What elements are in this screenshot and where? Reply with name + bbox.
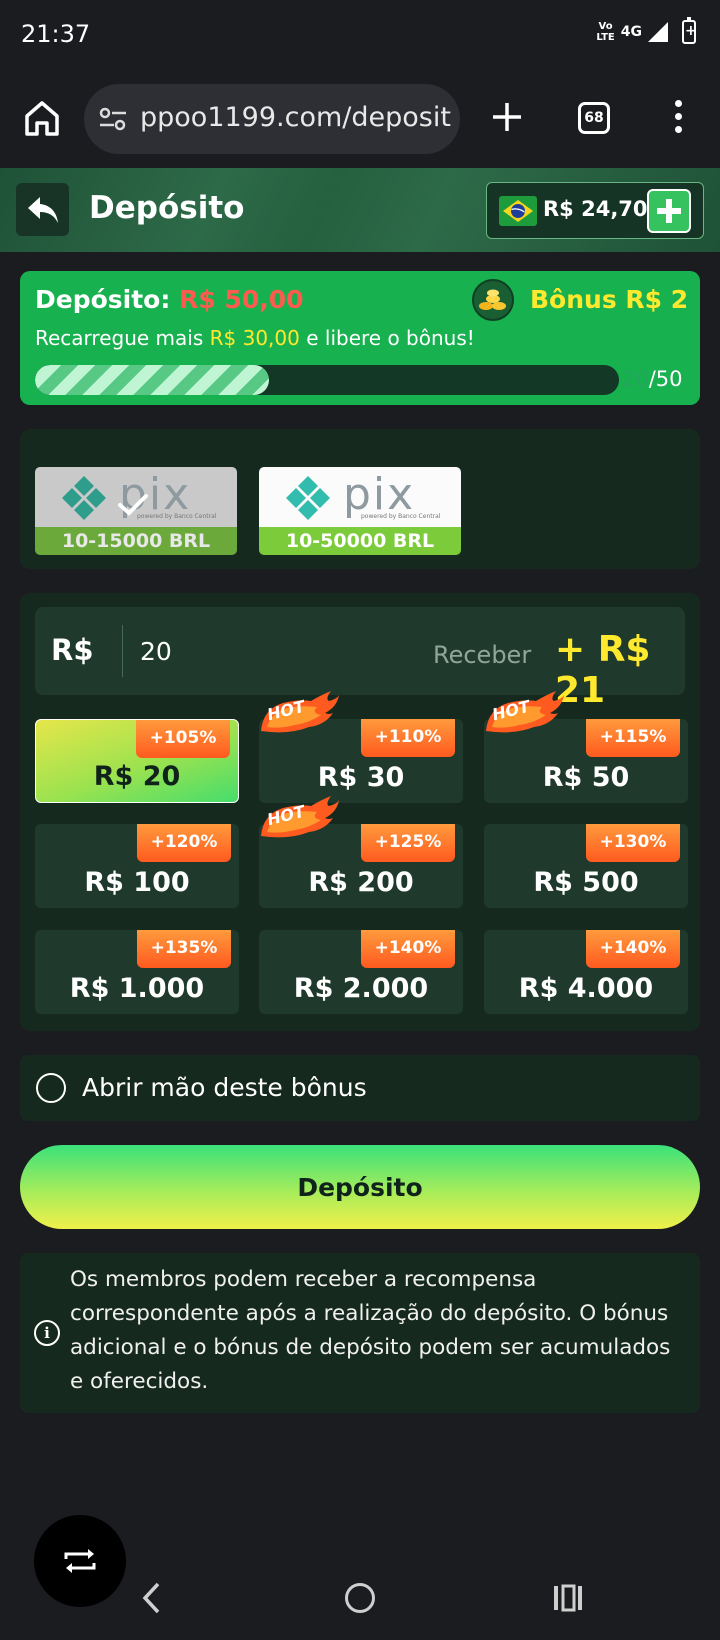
amount-input[interactable]	[140, 633, 380, 669]
amount-option-label: R$ 30	[317, 762, 405, 793]
bonus-percent-badge: +120%	[137, 824, 231, 862]
bonus-percent-badge: +140%	[586, 930, 680, 968]
hot-badge: HOT	[259, 691, 341, 741]
status-bar: 21:37 Vo LTE 4G	[0, 0, 720, 72]
info-icon: i	[34, 1320, 60, 1346]
plus-icon	[657, 199, 681, 223]
deposit-bonus-card: Depósito: R$ 50,00 Bônus R$ 2 Recarregue…	[20, 271, 700, 405]
currency-label: R$	[51, 633, 94, 667]
address-bar[interactable]: ppoo1199.com/deposit	[84, 84, 460, 154]
brazil-flag-icon	[499, 196, 537, 226]
info-notice: i Os membros podem receber a recompensa …	[20, 1253, 700, 1413]
renounce-bonus-option[interactable]: Abrir mão deste bônus	[20, 1055, 700, 1121]
coins-icon	[472, 279, 514, 321]
amount-option[interactable]: +115% R$ 50 HOT	[484, 691, 688, 803]
info-text: Os membros podem receber a recompensa co…	[70, 1267, 671, 1394]
balance-widget: R$ 24,70	[486, 182, 704, 239]
divider	[122, 625, 123, 677]
payment-range: 10-50000 BRL	[259, 527, 461, 555]
repeat-icon	[64, 1549, 96, 1573]
page-title: Depósito	[89, 190, 245, 226]
selected-check-icon	[118, 494, 148, 516]
receive-label: Receber	[433, 641, 532, 669]
app-header: Depósito R$ 24,70	[0, 168, 720, 252]
amount-option[interactable]: +120% R$ 100	[35, 824, 239, 908]
recharge-hint: Recarregue mais R$ 30,00 e libere o bônu…	[35, 326, 475, 350]
amount-option-label: R$ 50	[542, 762, 630, 793]
progress-count: 20/50	[622, 367, 683, 391]
status-time: 21:37	[21, 20, 91, 48]
bonus-label: Bônus R$ 2	[530, 285, 689, 314]
more-options-icon[interactable]	[672, 100, 684, 136]
renounce-bonus-radio[interactable]	[36, 1073, 66, 1103]
deposit-target: Depósito: R$ 50,00	[35, 285, 304, 314]
hot-badge: HOT	[484, 691, 566, 741]
payment-method-pix-1[interactable]: pix powered by Banco Central 10-15000 BR…	[35, 467, 237, 555]
pix-logo-icon	[286, 476, 330, 520]
amount-option[interactable]: +105% R$ 20	[35, 719, 239, 803]
bonus-percent-badge: +105%	[136, 720, 230, 758]
payment-range: 10-15000 BRL	[35, 527, 237, 555]
volte-icon: Vo LTE	[596, 21, 615, 43]
amount-option-label: R$ 4.000	[518, 973, 654, 1004]
signal-icon	[648, 22, 668, 42]
amount-option-label: R$ 100	[84, 867, 190, 898]
renounce-bonus-label: Abrir mão deste bônus	[82, 1073, 367, 1102]
amount-option-label: R$ 1.000	[69, 973, 205, 1004]
payment-methods: pix powered by Banco Central 10-15000 BR…	[20, 429, 700, 569]
url-text: ppoo1199.com/deposit	[140, 102, 451, 133]
deposit-button[interactable]: Depósito	[20, 1145, 700, 1229]
bonus-percent-badge: +125%	[361, 824, 455, 862]
tab-switcher-button[interactable]: 68	[578, 102, 610, 134]
receive-value: + R$ 21	[555, 629, 651, 711]
amount-option-label: R$ 20	[93, 761, 181, 792]
bonus-percent-badge: +130%	[586, 824, 680, 862]
bonus-progress-bar	[35, 365, 619, 395]
nav-recents-icon[interactable]	[552, 1584, 584, 1612]
back-arrow-icon	[27, 196, 58, 223]
battery-icon	[682, 17, 697, 44]
progress-fill	[35, 365, 269, 395]
payment-method-pix-2[interactable]: pix powered by Banco Central 10-50000 BR…	[259, 467, 461, 555]
balance-amount: R$ 24,70	[543, 197, 648, 221]
back-button[interactable]	[16, 183, 69, 236]
floating-switch-button[interactable]	[34, 1515, 126, 1607]
home-icon[interactable]	[22, 98, 62, 138]
status-icons: Vo LTE 4G	[596, 17, 697, 44]
pix-logo-icon	[62, 476, 106, 520]
nav-back-icon[interactable]	[138, 1578, 164, 1618]
amount-input-box: R$ Receber + R$ 21	[35, 607, 685, 711]
amount-option[interactable]: +140% R$ 4.000	[484, 930, 688, 1014]
amount-panel: R$ Receber + R$ 21 +105%R$ 20+110%R$ 30H…	[20, 593, 700, 1031]
hot-badge: HOT	[259, 796, 341, 846]
amount-option[interactable]: +140% R$ 2.000	[259, 930, 463, 1014]
add-balance-button[interactable]	[647, 189, 691, 233]
bonus-percent-badge: +110%	[361, 719, 455, 757]
network-type: 4G	[620, 24, 642, 40]
amount-option[interactable]: +125% R$ 200 HOT	[259, 796, 463, 908]
amount-option[interactable]: +110% R$ 30 HOT	[259, 691, 463, 803]
amount-option[interactable]: +135% R$ 1.000	[35, 930, 239, 1014]
nav-home-icon[interactable]	[345, 1583, 375, 1613]
site-settings-icon[interactable]	[98, 106, 128, 132]
new-tab-icon[interactable]	[490, 100, 524, 134]
amount-option-label: R$ 200	[308, 867, 414, 898]
bonus-percent-badge: +140%	[361, 930, 455, 968]
bonus-percent-badge: +135%	[137, 930, 231, 968]
browser-toolbar: ppoo1199.com/deposit 68	[0, 72, 720, 168]
amount-option[interactable]: +130% R$ 500	[484, 824, 688, 908]
amount-option-label: R$ 500	[533, 867, 639, 898]
bonus-percent-badge: +115%	[586, 719, 680, 757]
amount-option-label: R$ 2.000	[293, 973, 429, 1004]
deposit-target-amount: R$ 50,00	[179, 285, 304, 314]
pix-caption: powered by Banco Central	[361, 513, 441, 520]
